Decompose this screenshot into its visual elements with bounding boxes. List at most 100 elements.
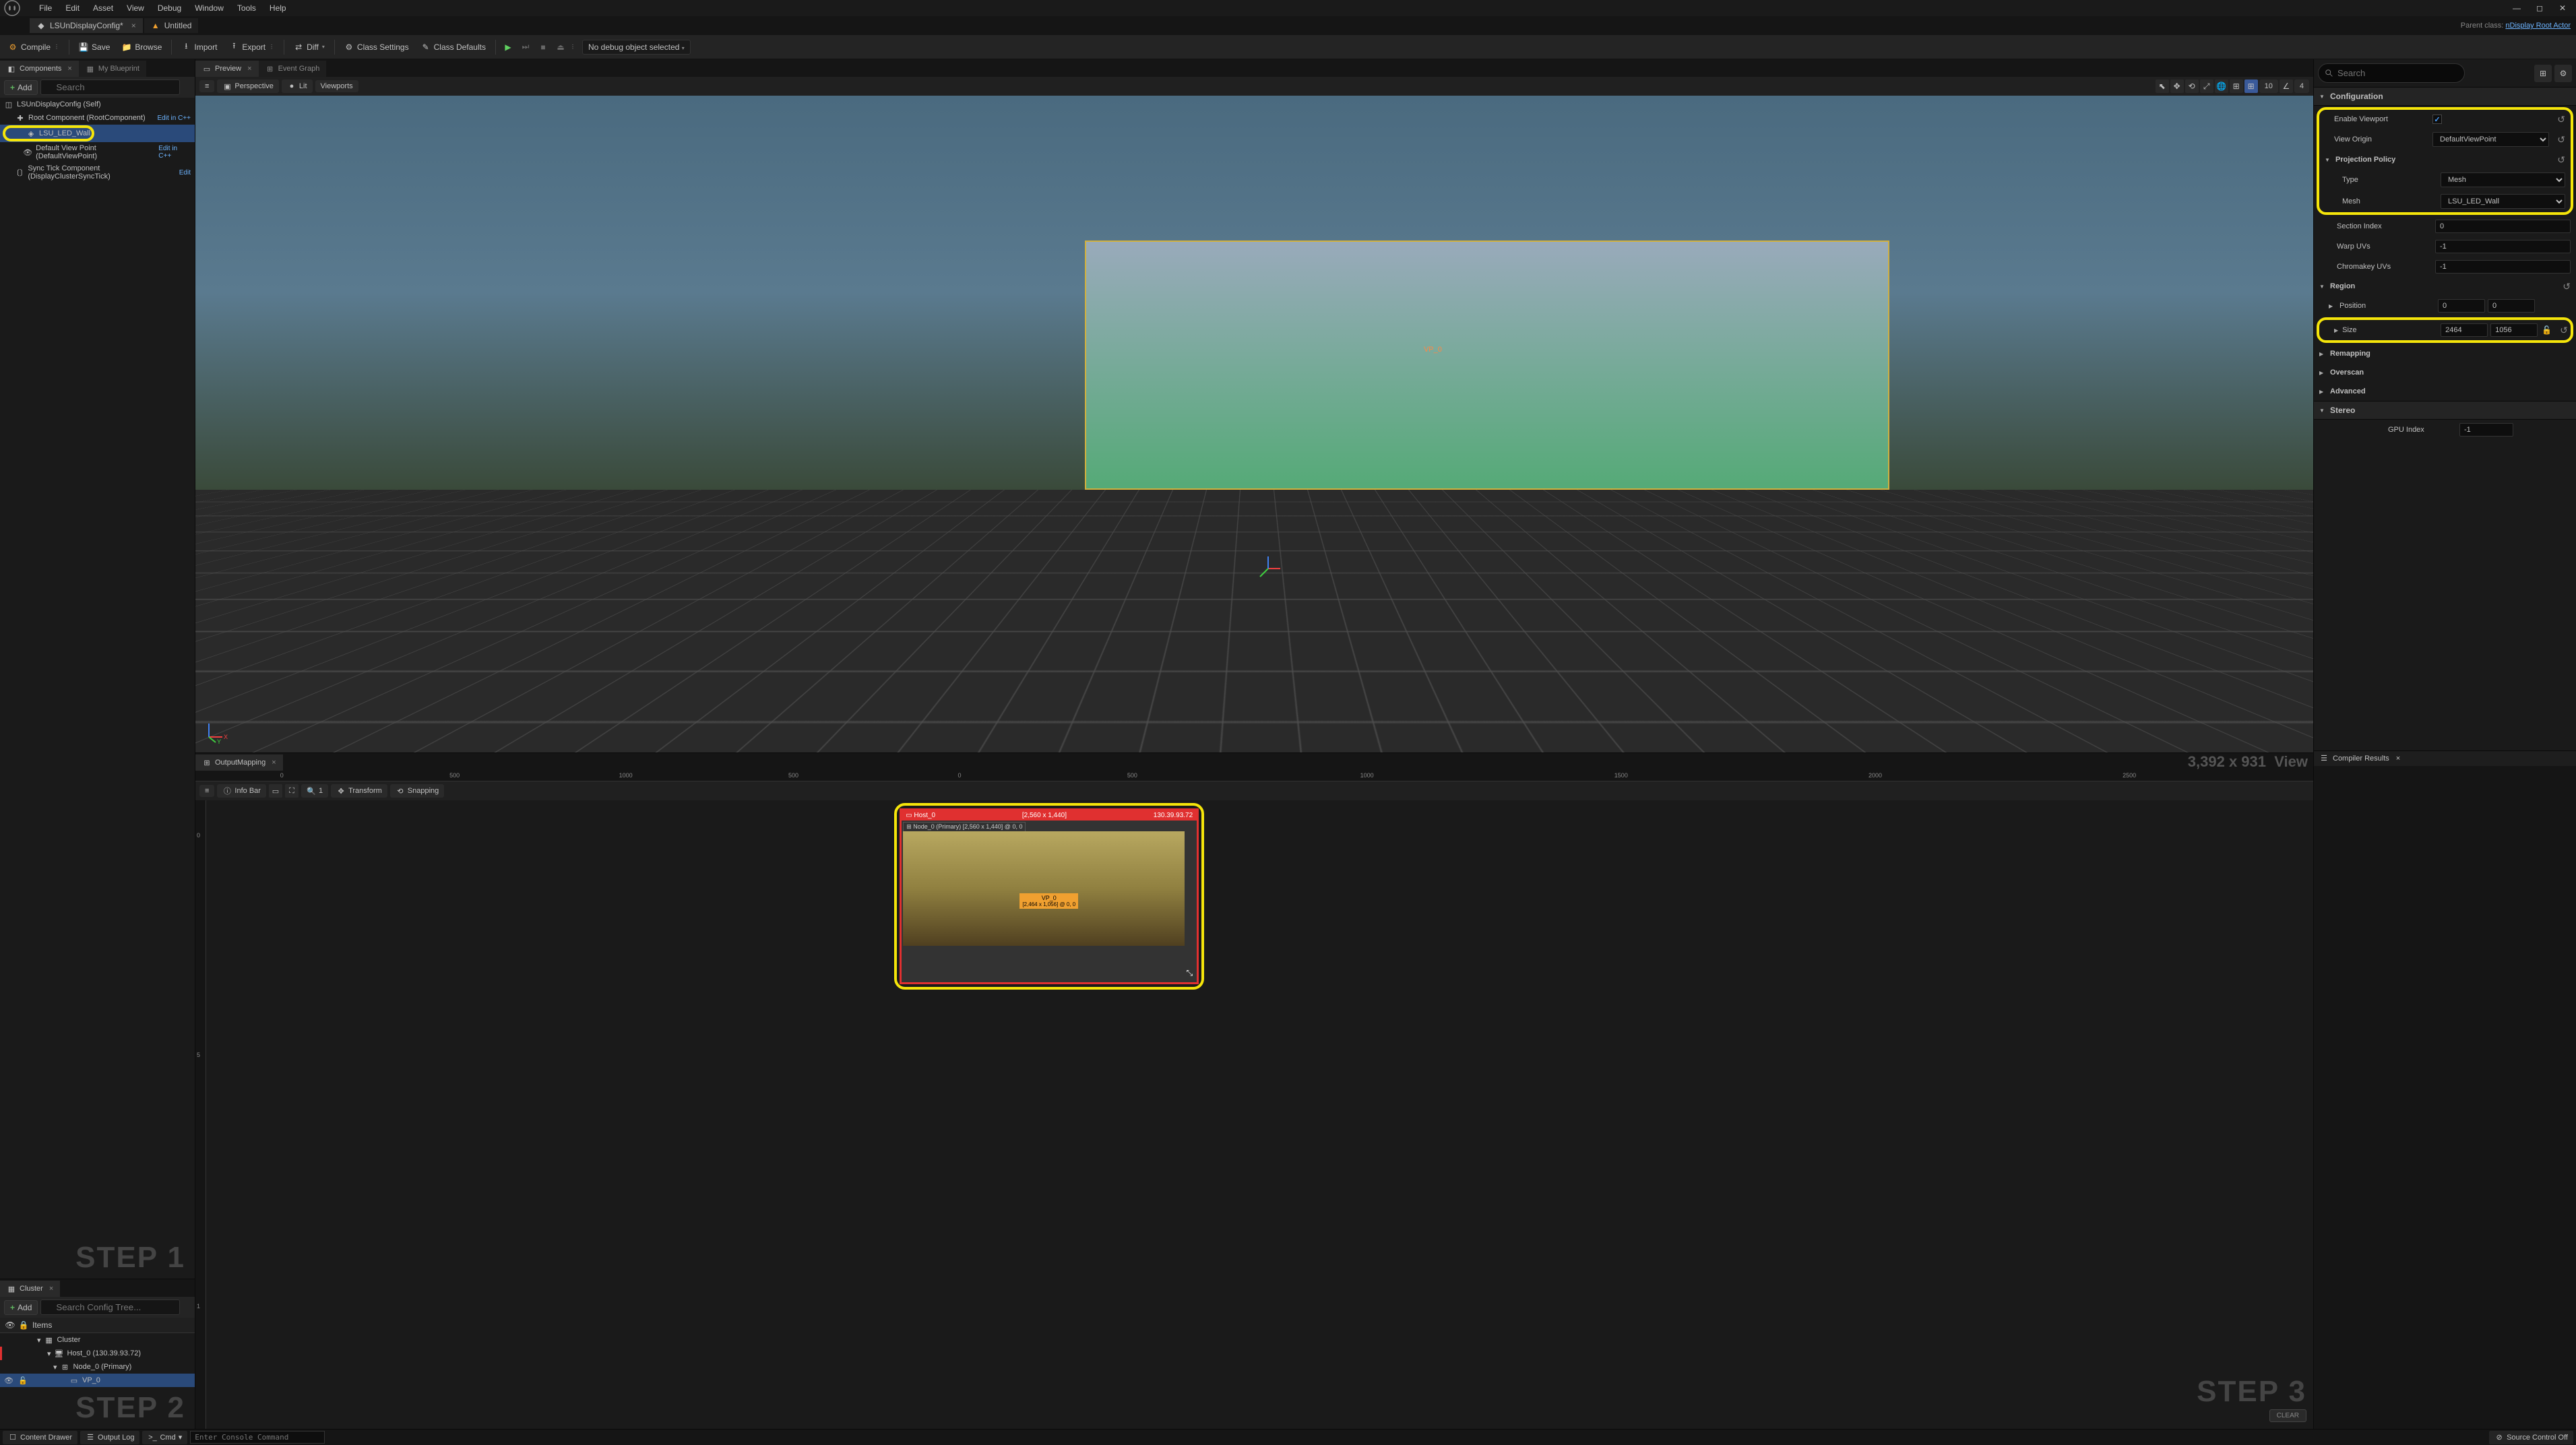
- class-settings-button[interactable]: ⚙ Class Settings: [339, 40, 414, 55]
- resize-handle-icon[interactable]: ⤡: [1187, 968, 1193, 978]
- chevron-down-icon[interactable]: ▾: [322, 44, 325, 50]
- close-icon[interactable]: ×: [49, 1285, 53, 1293]
- tab-preview[interactable]: ▭ Preview ×: [195, 61, 259, 77]
- window-icon[interactable]: ▭: [269, 784, 282, 798]
- import-button[interactable]: ⭳ Import: [176, 40, 222, 55]
- snap-icon[interactable]: ⊞: [2230, 79, 2243, 93]
- tree-row-root[interactable]: ✚ Root Component (RootComponent) Edit in…: [0, 111, 195, 125]
- edit-cpp-link[interactable]: Edit in C++: [158, 115, 191, 122]
- reset-icon[interactable]: ↺: [2560, 325, 2568, 336]
- tab-cluster[interactable]: ▦ Cluster ×: [0, 1281, 60, 1297]
- rotate-tool-icon[interactable]: ⟲: [2185, 79, 2199, 93]
- class-defaults-button[interactable]: ✎ Class Defaults: [416, 40, 491, 55]
- tab-components[interactable]: ◧ Components ×: [0, 61, 79, 77]
- source-control-button[interactable]: ⊘ Source Control Off: [2489, 1431, 2573, 1444]
- cmd-dropdown[interactable]: >_ Cmd ▾: [142, 1431, 187, 1444]
- grid-snap-icon[interactable]: ⊞: [2244, 79, 2258, 93]
- position-y-input[interactable]: [2488, 299, 2535, 313]
- tab-lsundisplayconfig[interactable]: ◆ LSUnDisplayConfig* ×: [30, 18, 143, 33]
- gpu-index-input[interactable]: [2459, 423, 2513, 437]
- section-configuration[interactable]: ▼ Configuration: [2314, 87, 2576, 106]
- expand-icon[interactable]: ▼: [2319, 284, 2326, 290]
- lock-icon[interactable]: 🔒: [19, 1320, 28, 1330]
- expand-icon[interactable]: ▶: [2334, 327, 2338, 333]
- cluster-row-cluster[interactable]: ▾ ▦ Cluster: [0, 1333, 195, 1347]
- move-tool-icon[interactable]: ✥: [2170, 79, 2184, 93]
- menu-window[interactable]: Window: [188, 1, 230, 15]
- perspective-dropdown[interactable]: ▣ Perspective: [217, 79, 278, 93]
- fit-icon[interactable]: ⛶: [285, 784, 299, 798]
- eject-button[interactable]: ⏏: [553, 39, 569, 55]
- tab-my-blueprint[interactable]: ▦ My Blueprint: [79, 61, 146, 77]
- output-log-button[interactable]: ☰ Output Log: [80, 1431, 139, 1444]
- play-button[interactable]: ▶: [500, 39, 516, 55]
- size-y-input[interactable]: [2490, 323, 2538, 337]
- world-icon[interactable]: 🌐: [2215, 79, 2228, 93]
- details-search-input[interactable]: [2318, 63, 2465, 83]
- expand-icon[interactable]: ▶: [2319, 389, 2326, 395]
- angle-snap-icon[interactable]: ∠: [2280, 79, 2293, 93]
- info-bar-toggle[interactable]: ⓘ Info Bar: [217, 784, 266, 798]
- menu-view[interactable]: View: [120, 1, 151, 15]
- clear-button[interactable]: CLEAR: [2269, 1409, 2306, 1422]
- tree-row-default-viewpoint[interactable]: 👁 Default View Point (DefaultViewPoint) …: [0, 142, 195, 162]
- viewport-menu-button[interactable]: ≡: [199, 80, 214, 92]
- window-close-icon[interactable]: ✕: [2552, 0, 2573, 16]
- close-icon[interactable]: ×: [272, 759, 276, 767]
- close-icon[interactable]: ×: [247, 65, 251, 73]
- reset-icon[interactable]: ↺: [2557, 134, 2565, 146]
- mesh-select[interactable]: LSU_LED_Wall: [2441, 194, 2565, 209]
- snapping-dropdown[interactable]: ⟲ Snapping: [390, 784, 445, 798]
- debug-object-select[interactable]: No debug object selected ▾: [582, 40, 691, 55]
- tree-row-lsu-led-wall[interactable]: ◈ LSU_LED_Wall: [0, 125, 195, 142]
- cluster-row-host[interactable]: ▾ 🖥 Host_0 (130.39.93.72): [0, 1347, 195, 1360]
- tab-output-mapping[interactable]: ⊞ OutputMapping ×: [195, 754, 283, 771]
- diff-button[interactable]: ⇄ Diff ▾: [288, 40, 330, 55]
- section-stereo[interactable]: ▼ Stereo: [2314, 401, 2576, 420]
- expand-icon[interactable]: ▶: [2319, 351, 2326, 357]
- parent-class-link[interactable]: nDisplay Root Actor: [2505, 22, 2571, 30]
- components-search-input[interactable]: [40, 79, 180, 95]
- cluster-search-input[interactable]: [40, 1299, 180, 1315]
- lock-icon[interactable]: 🔓: [18, 1376, 28, 1385]
- warp-uvs-input[interactable]: [2435, 240, 2571, 253]
- menu-help[interactable]: Help: [263, 1, 293, 15]
- output-menu-button[interactable]: ≡: [199, 785, 214, 797]
- view-origin-select[interactable]: DefaultViewPoint: [2432, 132, 2549, 147]
- expand-icon[interactable]: ▶: [2329, 303, 2335, 309]
- type-select[interactable]: Mesh: [2441, 172, 2565, 187]
- output-mapping-canvas[interactable]: 051 ▭ Host_0 [2,560 x 1,440] 130.39.93.7…: [195, 800, 2313, 1429]
- output-host-node[interactable]: ▭ Host_0 [2,560 x 1,440] 130.39.93.72 ⊞ …: [894, 803, 1204, 990]
- eye-icon[interactable]: 👁: [4, 1376, 13, 1385]
- close-icon[interactable]: ×: [2396, 754, 2400, 763]
- lock-icon[interactable]: 🔓: [2542, 325, 2552, 335]
- add-cluster-button[interactable]: +Add: [4, 1300, 38, 1315]
- add-component-button[interactable]: +Add: [4, 80, 38, 95]
- menu-debug[interactable]: Debug: [151, 1, 188, 15]
- edit-cpp-link[interactable]: Edit in C++: [158, 145, 191, 160]
- menu-file[interactable]: File: [32, 1, 59, 15]
- save-button[interactable]: 💾 Save: [73, 40, 115, 55]
- export-button[interactable]: ⭱ Export ⋮: [224, 40, 280, 55]
- transform-gizmo-icon[interactable]: [1255, 555, 1282, 582]
- preview-viewport[interactable]: VP_0 XY: [195, 96, 2313, 752]
- window-maximize-icon[interactable]: ◻: [2529, 0, 2550, 16]
- expand-icon[interactable]: ▶: [2319, 370, 2326, 376]
- cluster-row-vp0[interactable]: 👁 🔓 ▭ VP_0: [0, 1374, 195, 1387]
- chevron-down-icon[interactable]: ⋮: [54, 44, 59, 50]
- grid-snap-value[interactable]: 10: [2259, 79, 2278, 93]
- menu-edit[interactable]: Edit: [59, 1, 86, 15]
- console-command-input[interactable]: [190, 1431, 325, 1444]
- reset-icon[interactable]: ↺: [2563, 281, 2571, 292]
- tab-compiler-results[interactable]: ☰ Compiler Results ×: [2314, 750, 2576, 766]
- expand-icon[interactable]: ▼: [2325, 157, 2331, 163]
- close-icon[interactable]: ×: [131, 21, 136, 30]
- tree-row-sync-tick[interactable]: 〔〕 Sync Tick Component (DisplayClusterSy…: [0, 162, 195, 183]
- position-x-input[interactable]: [2438, 299, 2485, 313]
- size-x-input[interactable]: [2441, 323, 2488, 337]
- far-value[interactable]: 4: [2294, 79, 2309, 93]
- cluster-row-node[interactable]: ▾ ⊞ Node_0 (Primary): [0, 1360, 195, 1374]
- content-drawer-button[interactable]: ☐ Content Drawer: [3, 1431, 77, 1444]
- zoom-button[interactable]: 🔍 1: [301, 784, 328, 798]
- section-index-input[interactable]: [2435, 220, 2571, 233]
